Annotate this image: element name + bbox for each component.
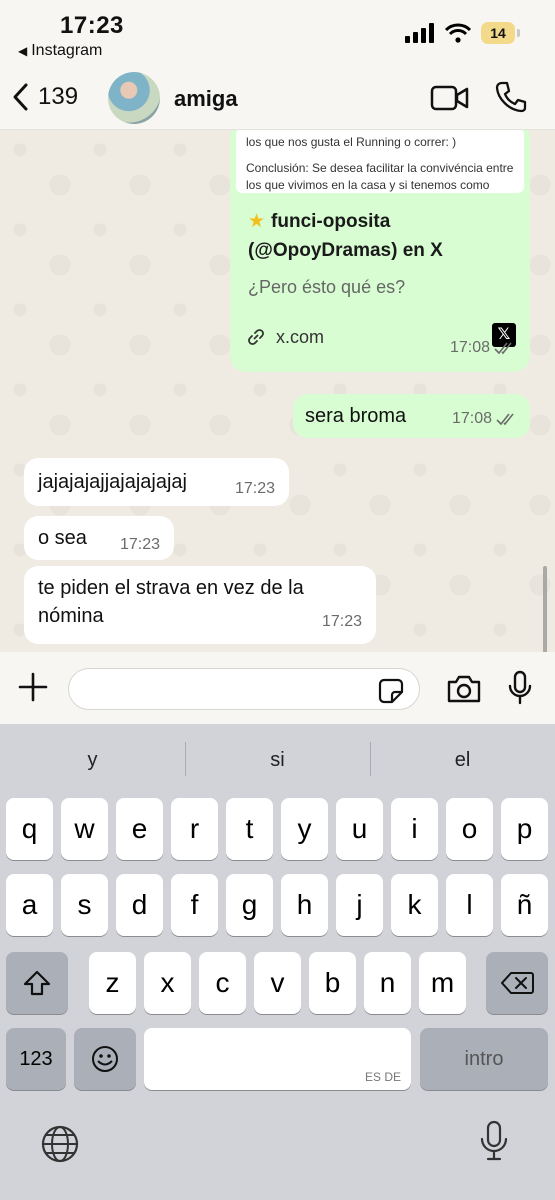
message-input[interactable] <box>68 668 420 710</box>
message-text: o sea <box>38 527 87 549</box>
outgoing-message[interactable]: sera broma 17:08 <box>293 394 530 438</box>
key-l[interactable]: l <box>446 874 493 936</box>
shift-icon <box>23 970 51 996</box>
key-c[interactable]: c <box>199 952 246 1014</box>
message-time: 17:23 <box>234 480 275 497</box>
backspace-key[interactable] <box>486 952 548 1014</box>
message-time: 17:23 <box>321 613 362 630</box>
return-key[interactable]: intro <box>420 1028 548 1090</box>
document-preview: los que nos gusta el Running o correr: )… <box>236 130 524 193</box>
suggestion-item[interactable]: si <box>185 724 370 796</box>
plus-icon[interactable] <box>18 672 48 702</box>
star-icon: ★ <box>248 211 266 232</box>
status-bar: 17:23 ◀ Instagram 14 <box>0 0 555 64</box>
message-text: sera broma <box>305 405 407 427</box>
key-y[interactable]: y <box>281 798 328 860</box>
video-call-icon[interactable] <box>430 84 470 112</box>
back-app-label: Instagram <box>31 42 103 59</box>
key-f[interactable]: f <box>171 874 218 936</box>
message-text: jajajajajjajajajajaj <box>38 471 187 493</box>
key-n[interactable]: n <box>364 952 411 1014</box>
incoming-message[interactable]: o sea 17:23 <box>24 516 174 560</box>
status-indicators: 14 <box>405 22 520 44</box>
key-q[interactable]: q <box>6 798 53 860</box>
backspace-icon <box>501 972 534 994</box>
key-j[interactable]: j <box>336 874 383 936</box>
avatar[interactable] <box>108 72 160 124</box>
message-composer <box>0 652 555 724</box>
preview-text: Conclusión: Se desea facilitar la conviv… <box>246 161 514 192</box>
double-check-icon <box>496 413 514 426</box>
emoji-icon <box>92 1046 118 1072</box>
suggestion-item[interactable]: y <box>0 724 185 796</box>
incoming-message[interactable]: te piden el strava en vez de la nómina 1… <box>24 566 376 644</box>
link-preview-message[interactable]: los que nos gusta el Running o correr: )… <box>230 130 530 372</box>
key-i[interactable]: i <box>391 798 438 860</box>
suggestion-bar: y si el <box>0 724 555 796</box>
sticker-icon[interactable] <box>378 678 404 704</box>
message-time: 17:23 <box>119 536 160 553</box>
phone-call-icon[interactable] <box>494 80 528 114</box>
message-meta: 17:08 <box>452 405 518 433</box>
key-o[interactable]: o <box>446 798 493 860</box>
link-title[interactable]: ★ funci-oposita (@OpoyDramas) en X <box>248 207 524 265</box>
key-v[interactable]: v <box>254 952 301 1014</box>
space-key[interactable]: ES DE <box>144 1028 411 1090</box>
incoming-message[interactable]: jajajajajjajajajajaj 17:23 <box>24 458 289 506</box>
dictation-mic-icon[interactable] <box>480 1120 508 1162</box>
link-description: ¿Pero ésto qué es? <box>248 277 406 297</box>
numbers-key[interactable]: 123 <box>6 1028 66 1090</box>
key-h[interactable]: h <box>281 874 328 936</box>
key-p[interactable]: p <box>501 798 548 860</box>
key-a[interactable]: a <box>6 874 53 936</box>
message-time: 17:08 <box>449 339 490 356</box>
key-u[interactable]: u <box>336 798 383 860</box>
link-domain: x.com <box>276 327 325 347</box>
space-language-label: ES DE <box>364 1070 401 1084</box>
back-triangle-icon: ◀ <box>18 44 28 58</box>
battery-level: 14 <box>490 25 506 41</box>
key-b[interactable]: b <box>309 952 356 1014</box>
back-to-app-link[interactable]: ◀ Instagram <box>18 42 102 60</box>
message-meta: 17:08 <box>450 334 516 362</box>
contact-name[interactable]: amiga <box>174 86 238 112</box>
key-s[interactable]: s <box>61 874 108 936</box>
status-time: 17:23 <box>60 12 124 39</box>
wifi-icon <box>445 23 471 43</box>
key-g[interactable]: g <box>226 874 273 936</box>
key-k[interactable]: k <box>391 874 438 936</box>
message-text: te piden el strava en vez de la nómina <box>38 577 304 627</box>
globe-icon[interactable] <box>40 1124 80 1164</box>
key-n-tilde[interactable]: ñ <box>501 874 548 936</box>
key-d[interactable]: d <box>116 874 163 936</box>
key-x[interactable]: x <box>144 952 191 1014</box>
key-m[interactable]: m <box>419 952 466 1014</box>
key-w[interactable]: w <box>61 798 108 860</box>
microphone-icon[interactable] <box>508 670 532 706</box>
message-time: 17:08 <box>451 410 492 427</box>
link-icon <box>248 329 264 345</box>
unread-count: 139 <box>38 83 79 110</box>
key-t[interactable]: t <box>226 798 273 860</box>
shift-key[interactable] <box>6 952 68 1014</box>
battery-icon: 14 <box>481 22 520 44</box>
emoji-key[interactable] <box>74 1028 136 1090</box>
key-z[interactable]: z <box>89 952 136 1014</box>
suggestion-item[interactable]: el <box>370 724 555 796</box>
chat-area[interactable]: los que nos gusta el Running o correr: )… <box>0 130 555 652</box>
key-e[interactable]: e <box>116 798 163 860</box>
camera-icon[interactable] <box>446 674 482 704</box>
chevron-left-icon <box>13 83 28 111</box>
preview-text: los que nos gusta el Running o correr: ) <box>246 135 457 149</box>
key-r[interactable]: r <box>171 798 218 860</box>
double-check-icon <box>494 342 512 355</box>
keyboard: y si el q w e r t y u i o p a s d f g h … <box>0 724 555 1200</box>
chat-scrollbar[interactable] <box>543 566 547 652</box>
cellular-signal-icon <box>405 23 434 43</box>
back-button[interactable]: 139 <box>10 82 78 112</box>
chat-header: 139 amiga <box>0 64 555 130</box>
